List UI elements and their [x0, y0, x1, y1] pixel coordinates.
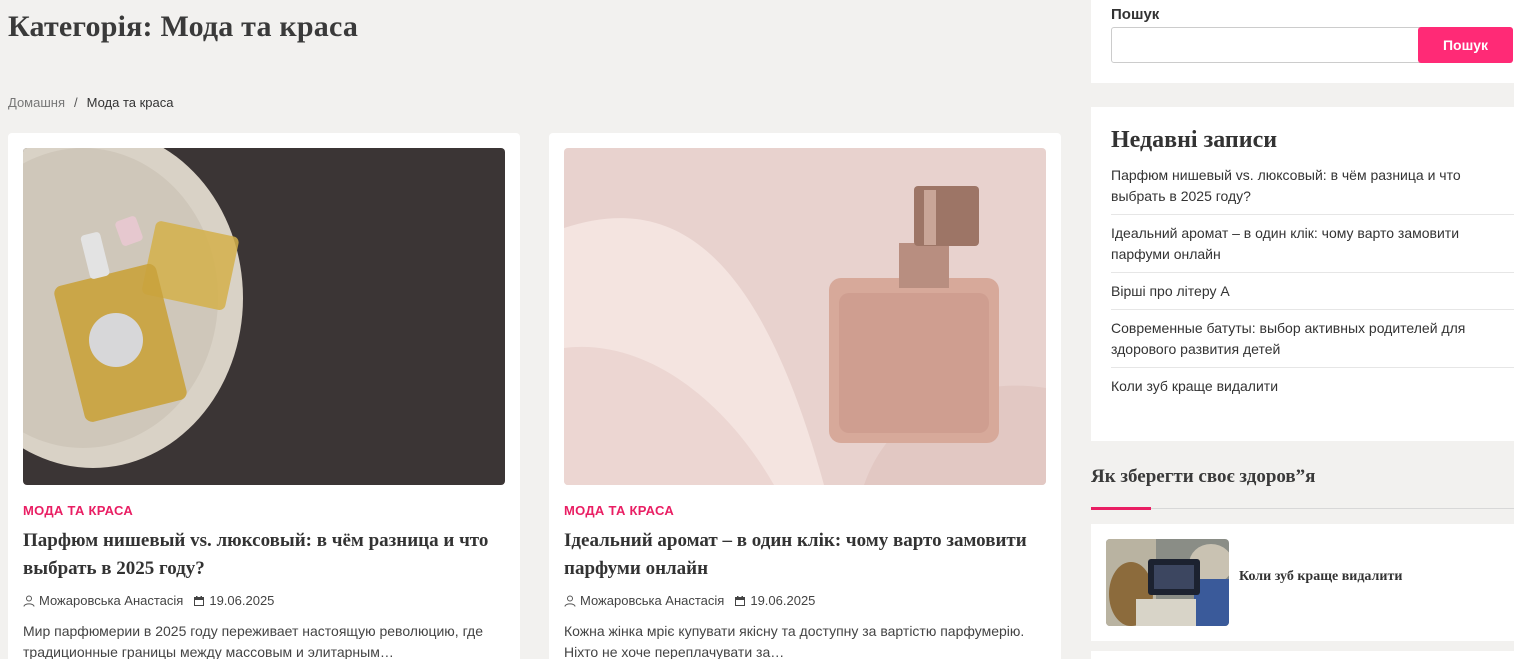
page-title: Категорія: Мода та краса — [8, 10, 359, 43]
breadcrumb-separator: / — [74, 95, 78, 110]
recent-post-link[interactable]: Коли зуб краще видалити — [1111, 376, 1514, 404]
user-icon — [564, 595, 576, 607]
post-author-name: Можаровська Анастасія — [39, 593, 184, 608]
post-author[interactable]: Можаровська Анастасія — [23, 593, 183, 608]
calendar-icon — [735, 595, 746, 606]
post-card: МОДА ТА КРАСА Ідеальний аромат – в один … — [549, 133, 1061, 659]
calendar-icon — [194, 595, 205, 606]
section-accent-bar — [1091, 507, 1151, 510]
search-widget: Пошук Пошук — [1091, 0, 1514, 83]
post-meta: Можаровська Анастасія 19.06.2025 — [564, 593, 815, 608]
recent-posts-title: Недавні записи — [1111, 127, 1278, 153]
health-post-widget: Коли зуб краще видалити — [1091, 524, 1514, 641]
post-thumbnail-perfume-plate[interactable] — [23, 148, 505, 485]
section-divider — [1091, 508, 1514, 509]
breadcrumb-current: Мода та краса — [86, 95, 174, 110]
post-date-value: 19.06.2025 — [750, 593, 816, 608]
health-post-thumbnail[interactable] — [1106, 539, 1229, 626]
post-author[interactable]: Можаровська Анастасія — [564, 593, 724, 608]
post-thumbnail-perfume-bottle[interactable] — [564, 148, 1046, 485]
post-excerpt: Кожна жінка мріє купувати якісну та дост… — [564, 623, 1025, 659]
search-input[interactable] — [1111, 27, 1421, 63]
post-author-name: Можаровська Анастасія — [580, 593, 725, 608]
post-excerpt: Мир парфюмерии в 2025 году переживает на… — [23, 623, 484, 659]
post-date-value: 19.06.2025 — [209, 593, 275, 608]
next-widget-partial — [1091, 651, 1514, 659]
recent-post-link[interactable]: Вірші про літеру А — [1111, 281, 1514, 310]
recent-post-link[interactable]: Парфюм нишевый vs. люксовый: в чём разни… — [1111, 165, 1514, 215]
post-date[interactable]: 19.06.2025 — [734, 593, 815, 608]
post-category-link[interactable]: МОДА ТА КРАСА — [564, 503, 674, 518]
health-post-title-link[interactable]: Коли зуб краще видалити — [1239, 569, 1402, 585]
recent-posts-list: Парфюм нишевый vs. люксовый: в чём разни… — [1111, 165, 1514, 412]
recent-posts-widget: Недавні записи Парфюм нишевый vs. люксов… — [1091, 107, 1514, 441]
post-title-link[interactable]: Ідеальний аромат – в один клік: чому вар… — [564, 527, 1054, 583]
post-category-link[interactable]: МОДА ТА КРАСА — [23, 503, 133, 518]
user-icon — [23, 595, 35, 607]
recent-post-link[interactable]: Современные батуты: выбор активных родит… — [1111, 318, 1514, 368]
search-button[interactable]: Пошук — [1418, 27, 1513, 63]
health-section-title: Як зберегти своє здоров”я — [1091, 466, 1316, 487]
breadcrumb: Домашня / Мода та краса — [8, 95, 174, 110]
post-meta: Можаровська Анастасія 19.06.2025 — [23, 593, 274, 608]
recent-post-link[interactable]: Ідеальний аромат – в один клік: чому вар… — [1111, 223, 1514, 273]
post-card: МОДА ТА КРАСА Парфюм нишевый vs. люксовы… — [8, 133, 520, 659]
post-title-link[interactable]: Парфюм нишевый vs. люксовый: в чём разни… — [23, 527, 513, 583]
breadcrumb-home-link[interactable]: Домашня — [8, 95, 65, 110]
search-label: Пошук — [1111, 6, 1160, 23]
post-date[interactable]: 19.06.2025 — [193, 593, 274, 608]
